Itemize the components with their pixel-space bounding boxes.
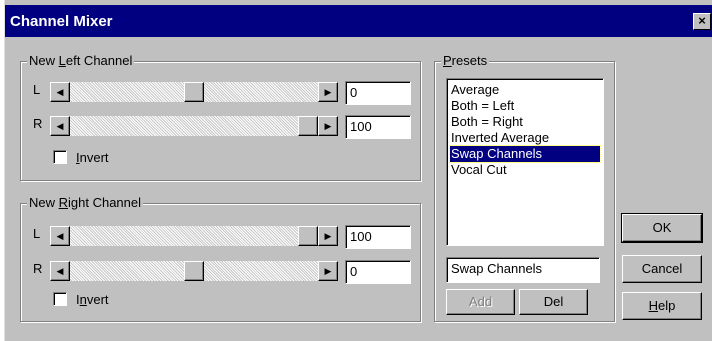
cancel-button[interactable]: Cancel bbox=[622, 255, 702, 283]
preset-list-item[interactable]: Average bbox=[450, 82, 600, 98]
right-channel-r-label: R bbox=[33, 261, 43, 276]
slider-thumb[interactable] bbox=[298, 226, 318, 246]
preset-name-input[interactable]: Swap Channels bbox=[446, 257, 600, 283]
left-channel-r-slider[interactable]: ◀ ▶ bbox=[50, 116, 338, 136]
new-left-channel-group: New Left Channel L ◀ ▶ 0 R ◀ ▶ 100 Inver… bbox=[20, 53, 421, 181]
channel-mixer-dialog: Channel Mixer × New Left Channel L ◀ ▶ 0… bbox=[4, 0, 712, 341]
close-button[interactable]: × bbox=[693, 13, 711, 30]
presets-list[interactable]: Average Both = Left Both = Right Inverted A… bbox=[446, 78, 604, 246]
slider-thumb[interactable] bbox=[184, 82, 204, 102]
scroll-left-icon[interactable]: ◀ bbox=[50, 261, 70, 281]
ok-button[interactable]: OK bbox=[621, 213, 703, 243]
scroll-right-icon[interactable]: ▶ bbox=[318, 226, 338, 246]
add-preset-button[interactable]: Add bbox=[446, 289, 515, 315]
close-icon: × bbox=[698, 13, 706, 28]
delete-preset-button[interactable]: Del bbox=[519, 289, 588, 315]
right-channel-l-value-input[interactable]: 100 bbox=[345, 225, 411, 249]
preset-list-item[interactable]: Vocal Cut bbox=[450, 162, 600, 178]
slider-thumb[interactable] bbox=[184, 261, 204, 281]
right-channel-l-slider[interactable]: ◀ ▶ bbox=[50, 226, 338, 246]
left-channel-r-label: R bbox=[33, 116, 43, 131]
new-right-channel-title: New Right Channel bbox=[27, 195, 144, 210]
right-channel-r-slider[interactable]: ◀ ▶ bbox=[50, 261, 338, 281]
right-channel-invert-checkbox[interactable] bbox=[53, 292, 67, 306]
new-right-channel-group: New Right Channel L ◀ ▶ 100 R ◀ ▶ 0 Inve… bbox=[20, 195, 421, 322]
left-channel-l-slider[interactable]: ◀ ▶ bbox=[50, 82, 338, 102]
preset-list-item[interactable]: Both = Left bbox=[450, 98, 600, 114]
preset-list-item[interactable]: Swap Channels bbox=[449, 145, 601, 163]
right-channel-invert-label: Invert bbox=[76, 292, 109, 307]
scroll-right-icon[interactable]: ▶ bbox=[318, 82, 338, 102]
scroll-left-icon[interactable]: ◀ bbox=[50, 226, 70, 246]
new-left-channel-title: New Left Channel bbox=[27, 53, 135, 68]
preset-list-item[interactable]: Inverted Average bbox=[450, 130, 600, 146]
scroll-left-icon[interactable]: ◀ bbox=[50, 116, 70, 136]
left-channel-r-value-input[interactable]: 100 bbox=[345, 115, 411, 139]
left-channel-invert-checkbox[interactable] bbox=[53, 150, 67, 164]
left-channel-l-label: L bbox=[33, 82, 41, 97]
help-button[interactable]: Help bbox=[622, 292, 702, 320]
scroll-right-icon[interactable]: ▶ bbox=[318, 261, 338, 281]
presets-title: Presets bbox=[441, 53, 490, 68]
preset-list-item[interactable]: Both = Right bbox=[450, 114, 600, 130]
scroll-right-icon[interactable]: ▶ bbox=[318, 116, 338, 136]
left-channel-l-value-input[interactable]: 0 bbox=[345, 81, 411, 105]
dialog-title: Channel Mixer bbox=[10, 13, 113, 30]
right-channel-r-value-input[interactable]: 0 bbox=[345, 260, 411, 284]
title-bar[interactable]: Channel Mixer × bbox=[5, 5, 712, 37]
right-channel-l-label: L bbox=[33, 226, 41, 241]
slider-thumb[interactable] bbox=[298, 116, 318, 136]
scroll-left-icon[interactable]: ◀ bbox=[50, 82, 70, 102]
left-channel-invert-label: Invert bbox=[76, 150, 109, 165]
